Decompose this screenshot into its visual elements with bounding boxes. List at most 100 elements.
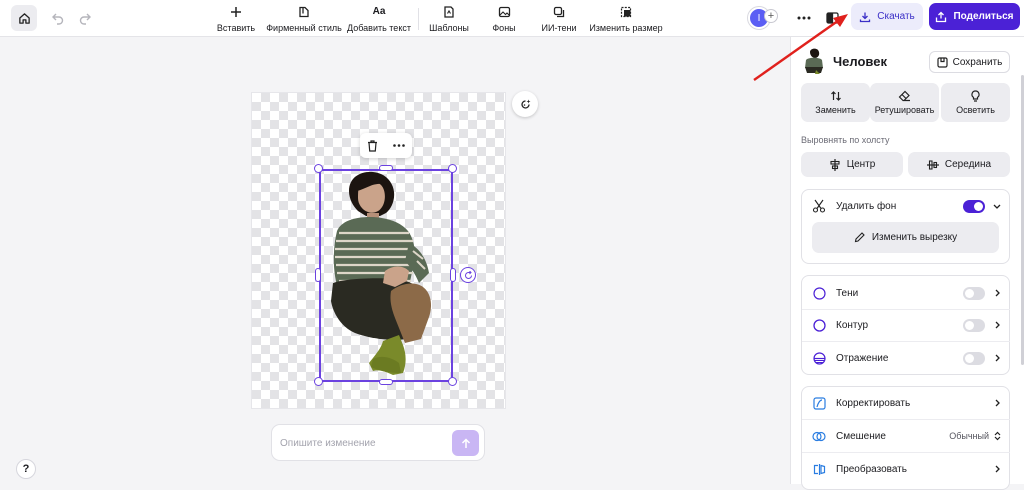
resize-icon <box>620 6 632 17</box>
adjust-row[interactable]: Корректировать <box>811 393 1001 413</box>
chevron-right-icon[interactable] <box>993 321 1001 329</box>
edit-prompt-input[interactable] <box>280 435 440 451</box>
remove-background-row[interactable]: Удалить фон <box>811 196 1001 216</box>
blend-icon <box>812 431 826 441</box>
ai-shadows-label: ИИ-тени <box>541 23 577 33</box>
retouch-label: Ретушировать <box>874 105 935 115</box>
align-middle-icon <box>926 159 939 170</box>
blend-row[interactable]: Смешение Обычный <box>811 426 1001 446</box>
backgrounds-button[interactable]: Фоны <box>490 5 518 33</box>
reflection-toggle[interactable] <box>963 351 985 365</box>
chevron-right-icon <box>993 399 1001 407</box>
brand-style-button[interactable]: Фирменный стиль <box>266 5 342 33</box>
edit-cutout-button[interactable]: Изменить вырезку <box>812 222 999 253</box>
shadows-row[interactable]: Тени <box>811 283 1001 303</box>
save-element-button[interactable]: Сохранить <box>929 51 1010 73</box>
resize-button[interactable]: Изменить размер <box>589 5 663 33</box>
templates-icon <box>444 5 454 18</box>
resize-handle-top[interactable] <box>379 165 393 171</box>
swap-icon <box>830 91 841 101</box>
chevron-right-icon[interactable] <box>993 289 1001 297</box>
resize-handle-bottom[interactable] <box>379 379 393 385</box>
resize-handle-bottom-left[interactable] <box>314 377 323 386</box>
download-button[interactable]: Скачать <box>851 3 923 30</box>
edit-cutout-label: Изменить вырезку <box>871 232 958 243</box>
outline-label: Контур <box>836 319 869 331</box>
undo-icon <box>52 13 64 25</box>
arrow-up-icon <box>461 437 470 448</box>
undo-button[interactable] <box>49 9 67 27</box>
bulb-icon <box>971 90 980 102</box>
top-toolbar: Вставить Фирменный стиль Aa Добавить тек… <box>0 0 1024 37</box>
brand-style-label: Фирменный стиль <box>266 23 342 33</box>
send-prompt-button[interactable] <box>452 430 479 456</box>
replace-label: Заменить <box>815 105 856 115</box>
share-label: Поделиться <box>953 11 1014 22</box>
reflection-label: Отражение <box>836 352 889 364</box>
align-middle-button[interactable]: Середина <box>908 152 1010 177</box>
transform-label: Преобразовать <box>836 463 907 475</box>
resize-handle-top-left[interactable] <box>314 164 323 173</box>
divider <box>802 419 1010 420</box>
delete-icon[interactable] <box>367 139 378 152</box>
help-button[interactable]: ? <box>16 459 36 479</box>
remove-background-label: Удалить фон <box>836 200 897 212</box>
brand-style-icon <box>299 6 309 17</box>
more-icon[interactable] <box>392 144 405 147</box>
retouch-button[interactable]: Ретушировать <box>870 83 939 122</box>
chevron-down-icon[interactable] <box>993 202 1001 210</box>
redo-icon <box>79 13 91 25</box>
eraser-icon <box>898 90 910 102</box>
share-icon <box>936 11 947 22</box>
add-text-label: Добавить текст <box>347 23 411 33</box>
blend-mode-value[interactable]: Обычный <box>949 431 989 441</box>
redo-button[interactable] <box>76 9 94 27</box>
outline-row[interactable]: Контур <box>811 315 1001 335</box>
blend-label: Смешение <box>836 430 886 442</box>
toolbar-divider <box>418 8 419 30</box>
chevron-right-icon <box>993 465 1001 473</box>
shadows-toggle[interactable] <box>963 286 985 300</box>
backgrounds-icon <box>498 6 510 17</box>
divider <box>802 452 1010 453</box>
save-label: Сохранить <box>952 56 1003 68</box>
align-section-label: Выровнять по холсту <box>801 135 890 145</box>
magic-edit-button[interactable] <box>512 91 538 117</box>
relight-label: Осветить <box>956 105 995 115</box>
selection-box[interactable] <box>319 169 453 382</box>
outline-toggle[interactable] <box>963 318 985 332</box>
align-middle-label: Середина <box>944 159 992 170</box>
ai-shadows-button[interactable]: ИИ-тени <box>541 5 577 33</box>
resize-handle-bottom-right[interactable] <box>448 377 457 386</box>
resize-handle-top-right[interactable] <box>448 164 457 173</box>
add-text-button[interactable]: Aa Добавить текст <box>347 5 411 33</box>
resize-handle-right[interactable] <box>450 268 456 282</box>
resize-label: Изменить размер <box>589 23 663 33</box>
rotate-handle[interactable] <box>460 267 476 283</box>
chevron-right-icon[interactable] <box>993 354 1001 362</box>
reflection-row[interactable]: Отражение <box>811 348 1001 368</box>
home-button[interactable] <box>11 5 37 31</box>
align-center-label: Центр <box>846 159 876 170</box>
share-button[interactable]: Поделиться <box>929 3 1020 30</box>
resize-handle-left[interactable] <box>315 268 321 282</box>
transform-row[interactable]: Преобразовать <box>811 459 1001 479</box>
align-center-icon <box>830 158 840 171</box>
align-center-button[interactable]: Центр <box>801 152 903 177</box>
home-icon <box>18 12 30 24</box>
replace-button[interactable]: Заменить <box>801 83 870 122</box>
plus-icon <box>231 6 241 17</box>
remove-background-toggle[interactable] <box>963 199 985 213</box>
shadows-label: Тени <box>836 287 859 299</box>
magic-edit-icon <box>520 99 530 109</box>
divider <box>802 309 1010 310</box>
templates-button[interactable]: Шаблоны <box>429 5 469 33</box>
shadow-icon <box>812 286 826 300</box>
scissors-icon <box>812 199 826 213</box>
adjust-icon <box>812 396 826 410</box>
chevron-updown-icon[interactable] <box>993 431 1001 441</box>
outline-icon <box>812 318 826 332</box>
element-quick-toolbar <box>360 133 412 158</box>
insert-button[interactable]: Вставить <box>217 5 255 33</box>
relight-button[interactable]: Осветить <box>941 83 1010 122</box>
